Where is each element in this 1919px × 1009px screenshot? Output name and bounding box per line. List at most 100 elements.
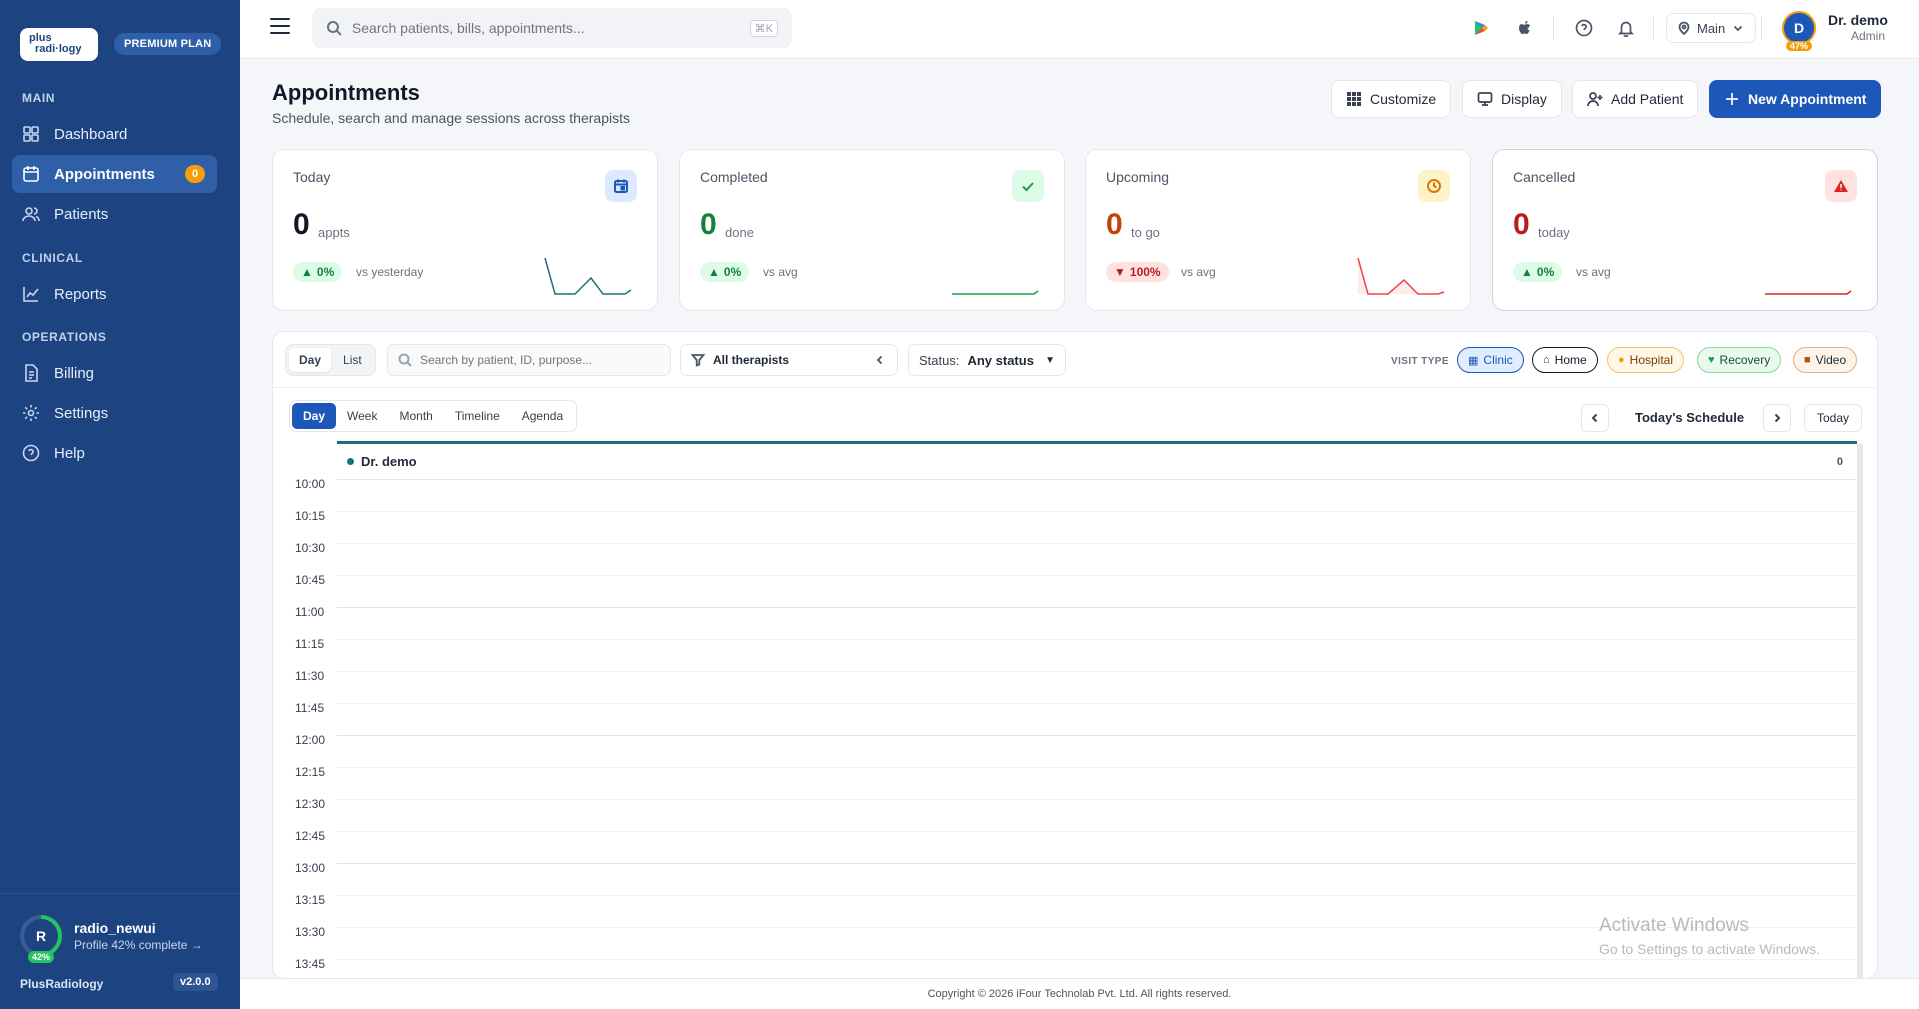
time-slot[interactable]	[337, 512, 1857, 544]
search-icon	[398, 353, 412, 367]
time-slot[interactable]	[337, 544, 1857, 576]
today-button[interactable]: Today	[1804, 404, 1863, 432]
time-label: 12:30	[295, 797, 326, 811]
topbar: ⌘K Main D 47% Dr. demo Admin	[240, 0, 1919, 59]
sparkline	[952, 290, 1039, 295]
add-patient-button[interactable]: Add Patient	[1572, 80, 1699, 118]
chevron-left-icon	[876, 355, 883, 365]
apple-icon[interactable]	[1515, 18, 1535, 38]
play-store-icon[interactable]	[1471, 18, 1491, 38]
stat-card-cancelled[interactable]: Cancelled 0 today ▲ 0% vs avg	[1492, 149, 1878, 311]
calendar-icon	[605, 170, 637, 202]
mode-tab-list[interactable]: List	[333, 348, 372, 372]
stat-delta-value: 0%	[723, 265, 742, 279]
time-slot[interactable]	[337, 672, 1857, 704]
time-label: 10:30	[295, 541, 326, 555]
time-slot[interactable]	[337, 736, 1857, 768]
display-button[interactable]: Display	[1462, 80, 1562, 118]
chevron-right-icon	[1774, 413, 1781, 423]
time-slot[interactable]	[337, 832, 1857, 864]
mode-tab-day[interactable]: Day	[289, 348, 332, 372]
user-avatar[interactable]: D 47%	[1782, 11, 1816, 51]
visit-type-home[interactable]: ⌂ Home	[1532, 347, 1598, 373]
help-icon[interactable]	[1574, 18, 1594, 38]
customize-button[interactable]: Customize	[1331, 80, 1452, 118]
menu-toggle-icon[interactable]	[270, 18, 290, 36]
brand: plus radi·logy PREMIUM PLAN	[0, 0, 240, 70]
location-selector[interactable]: Main	[1666, 13, 1757, 43]
time-slot[interactable]	[337, 576, 1857, 608]
time-slot[interactable]	[337, 768, 1857, 800]
profile-completion[interactable]: R 42% radio_newui Profile 42% complete →	[20, 915, 203, 963]
stat-title: Today	[293, 169, 331, 185]
global-search-input[interactable]	[351, 20, 740, 36]
sidebar-item-settings[interactable]: Settings	[12, 394, 217, 432]
therapist-filter-value: All therapists	[713, 353, 790, 367]
schedule-scrollbar[interactable]	[1857, 444, 1863, 978]
time-label: 11:30	[295, 669, 325, 683]
chevron-down-icon	[1734, 25, 1743, 32]
new-appointment-button[interactable]: New Appointment	[1709, 80, 1882, 118]
time-label: 12:15	[295, 765, 326, 779]
view-tab-agenda[interactable]: Agenda	[511, 403, 574, 429]
time-slot[interactable]	[337, 864, 1857, 896]
time-slot[interactable]	[337, 640, 1857, 672]
time-slot[interactable]	[337, 704, 1857, 736]
document-icon	[25, 364, 38, 382]
visit-type-hospital[interactable]: ● Hospital	[1607, 347, 1685, 373]
stat-delta-badge: ▼ 100%	[1106, 262, 1169, 282]
chip-label: Recovery	[1719, 353, 1771, 367]
chip-label: Video	[1815, 353, 1847, 367]
next-day-button[interactable]	[1763, 404, 1791, 432]
stat-unit: today	[1538, 225, 1570, 240]
sidebar-item-reports[interactable]: Reports	[12, 275, 217, 313]
profile-name: radio_newui	[74, 920, 156, 936]
chart-line-icon	[23, 287, 39, 302]
stat-delta-badge: ▲ 0%	[293, 262, 343, 282]
stat-card-completed[interactable]: Completed 0 done ▲ 0% vs avg	[679, 149, 1065, 311]
profile-complete-link[interactable]: Profile 42% complete →	[74, 938, 203, 952]
appointment-search-input[interactable]	[420, 353, 660, 367]
appointment-search[interactable]	[387, 344, 671, 376]
arrow-up-icon: ▲	[301, 265, 313, 279]
arrow-up-icon: ▲	[1521, 265, 1533, 279]
sidebar-item-patients[interactable]: Patients	[12, 195, 217, 233]
sidebar-item-billing[interactable]: Billing	[12, 354, 217, 392]
stat-card-today[interactable]: Today 0 appts ▲ 0% vs yesterday	[272, 149, 658, 311]
chevron-left-icon	[1591, 413, 1598, 423]
stat-delta-value: 0%	[316, 265, 335, 279]
time-slot[interactable]	[337, 800, 1857, 832]
stat-unit: done	[725, 225, 754, 240]
calendar-icon	[23, 166, 39, 182]
sidebar-item-appointments[interactable]: Appointments 0	[12, 155, 217, 193]
plusradiology-logo[interactable]: plus radi·logy	[20, 27, 98, 61]
grid-icon	[1347, 92, 1361, 106]
user-name[interactable]: Dr. demo	[1828, 12, 1888, 28]
prev-day-button[interactable]	[1581, 404, 1609, 432]
stat-value: 0	[700, 208, 717, 241]
section-title-operations: OPERATIONS	[22, 330, 107, 344]
monitor-icon	[1477, 92, 1493, 106]
time-slot[interactable]	[337, 960, 1857, 978]
sidebar-item-dashboard[interactable]: Dashboard	[12, 115, 217, 153]
therapist-filter[interactable]: All therapists	[680, 344, 898, 376]
day-schedule-grid: Dr. demo 0	[337, 441, 1863, 978]
visit-type-clinic[interactable]: ▦ Clinic	[1457, 347, 1524, 373]
user-plus-icon	[1587, 92, 1603, 107]
view-tab-day[interactable]: Day	[292, 403, 337, 429]
view-tab-month[interactable]: Month	[388, 403, 443, 429]
location-label: Main	[1697, 20, 1726, 36]
time-slot[interactable]	[337, 608, 1857, 640]
time-slot[interactable]	[337, 480, 1857, 512]
visit-type-video[interactable]: ■ Video	[1793, 347, 1858, 373]
sidebar-item-help[interactable]: Help	[12, 434, 217, 472]
stat-card-upcoming[interactable]: Upcoming 0 to go ▼ 100% vs avg	[1085, 149, 1471, 311]
status-filter[interactable]: Status: Any status ▼	[908, 344, 1066, 376]
time-label: 13:45	[295, 957, 326, 971]
view-tab-week[interactable]: Week	[336, 403, 388, 429]
global-search[interactable]: ⌘K	[312, 8, 792, 48]
bell-icon[interactable]	[1616, 18, 1636, 38]
visit-type-recovery[interactable]: ♥ Recovery	[1697, 347, 1782, 373]
windows-activation-watermark: Activate Windows Go to Settings to activ…	[1599, 915, 1820, 957]
view-tab-timeline[interactable]: Timeline	[444, 403, 511, 429]
